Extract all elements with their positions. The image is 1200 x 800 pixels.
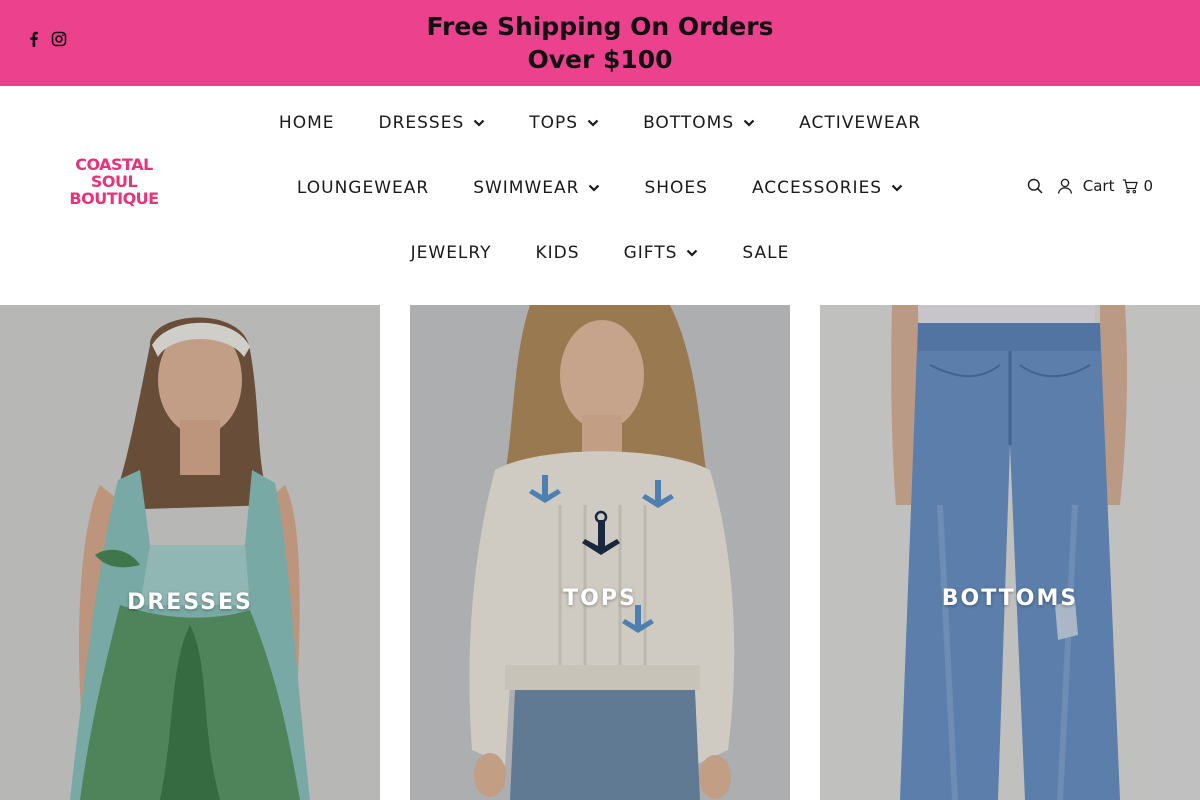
header-utility: Cart 0 [1027, 177, 1153, 195]
announcement-line-1: Free Shipping On Orders [426, 12, 774, 41]
collection-tile-dresses[interactable]: DRESSES [0, 305, 380, 800]
collection-tile-bottoms[interactable]: BOTTOMS [820, 305, 1200, 800]
announcement-message: Free Shipping On Orders Over $100 [0, 10, 1200, 76]
logo-line-1: COASTAL [75, 155, 153, 174]
announcement-bar: Free Shipping On Orders Over $100 [0, 0, 1200, 86]
nav-label: LOUNGEWEAR [296, 178, 430, 198]
nav-label: JEWELRY [410, 243, 492, 263]
announcement-line-2: Over $100 [527, 45, 673, 74]
cart-count: 0 [1143, 177, 1153, 195]
main-nav-row-3: JEWELRY KIDS GIFTS SALE [0, 240, 1200, 266]
account-icon[interactable] [1057, 178, 1073, 194]
chevron-down-icon [473, 119, 485, 127]
nav-activewear[interactable]: ACTIVEWEAR [777, 110, 943, 136]
chevron-down-icon [587, 119, 599, 127]
tile-overlay [0, 305, 380, 800]
cart-link[interactable]: Cart [1083, 177, 1115, 195]
chevron-down-icon [589, 184, 600, 192]
collection-grid: DRESSES TOPS BOTTOMS [0, 305, 1200, 800]
nav-bottoms[interactable]: BOTTOMS [621, 110, 777, 136]
nav-label: DRESSES [378, 113, 465, 133]
collection-label: BOTTOMS [941, 586, 1079, 611]
chevron-down-icon [687, 249, 698, 257]
nav-dresses[interactable]: DRESSES [356, 110, 507, 136]
nav-loungewear[interactable]: LOUNGEWEAR [275, 175, 451, 201]
collection-tile-tops[interactable]: TOPS [410, 305, 790, 800]
nav-label: BOTTOMS [643, 113, 735, 133]
site-header: COASTAL SOUL BOUTIQUE HOME DRESSES TOPS … [0, 86, 1200, 305]
nav-sale[interactable]: SALE [720, 240, 811, 266]
nav-shoes[interactable]: SHOES [622, 175, 730, 201]
chevron-down-icon [891, 184, 903, 192]
nav-accessories[interactable]: ACCESSORIES [730, 175, 925, 201]
nav-label: SWIMWEAR [473, 178, 580, 198]
search-icon[interactable] [1027, 178, 1043, 194]
nav-label: TOPS [529, 113, 579, 133]
nav-gifts[interactable]: GIFTS [602, 240, 721, 266]
nav-label: GIFTS [623, 243, 678, 263]
nav-label: KIDS [535, 243, 580, 263]
nav-kids[interactable]: KIDS [514, 240, 602, 266]
nav-tops[interactable]: TOPS [507, 110, 621, 136]
chevron-down-icon [743, 119, 755, 127]
nav-label: ACCESSORIES [751, 178, 883, 198]
nav-home[interactable]: HOME [257, 110, 357, 136]
nav-label: SHOES [644, 178, 708, 198]
nav-label: HOME [278, 113, 335, 133]
collection-label: DRESSES [127, 590, 253, 615]
cart-icon[interactable] [1122, 178, 1139, 194]
nav-label: SALE [742, 243, 790, 263]
main-nav-row-2: LOUNGEWEAR SWIMWEAR SHOES ACCESSORIES [0, 175, 1200, 201]
tile-overlay [410, 305, 790, 800]
nav-swimwear[interactable]: SWIMWEAR [451, 175, 622, 201]
tile-overlay [820, 305, 1200, 800]
collection-label: TOPS [563, 586, 637, 611]
main-nav-row-1: HOME DRESSES TOPS BOTTOMS ACTIVEWEAR [0, 110, 1200, 136]
nav-label: ACTIVEWEAR [799, 113, 922, 133]
nav-jewelry[interactable]: JEWELRY [389, 240, 514, 266]
